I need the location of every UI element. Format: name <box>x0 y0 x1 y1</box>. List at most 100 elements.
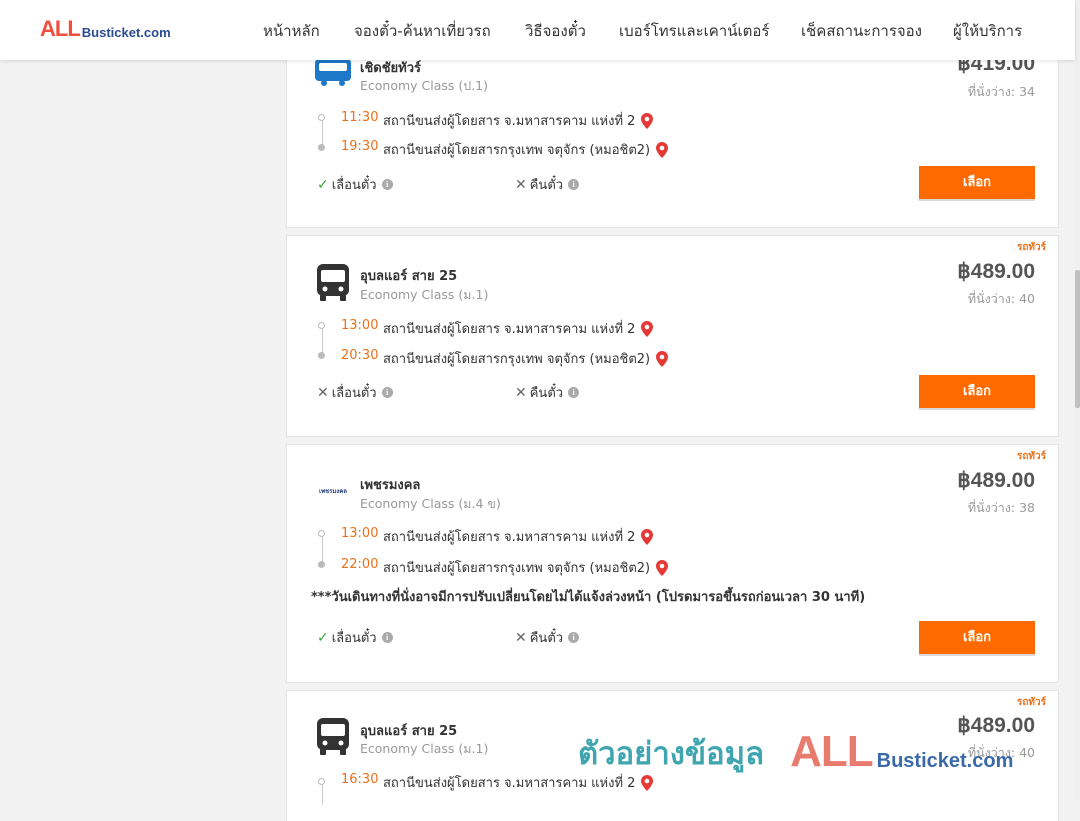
page-scrollbar[interactable] <box>1075 0 1080 800</box>
select-trip-button[interactable]: เลือก <box>919 375 1035 408</box>
trip-card: รถทัวร์ อุบลแอร์ สาย 25 Economy Class (ม… <box>286 235 1059 437</box>
depart-time: 11:30 <box>341 110 379 125</box>
sample-watermark: ตัวอย่างข้อมูล ALL Busticket.com <box>578 730 1013 774</box>
map-pin-icon[interactable] <box>641 774 654 791</box>
seats-count: 34 <box>1019 84 1035 99</box>
map-pin-icon[interactable] <box>656 350 669 367</box>
bus-icon <box>317 718 349 755</box>
nav-home[interactable]: หน้าหลัก <box>263 19 320 43</box>
reschedule-option: ✓ เลื่อนตั๋ว i <box>317 627 393 648</box>
map-pin-icon[interactable] <box>641 320 654 337</box>
nav-operators[interactable]: ผู้ให้บริการ <box>953 19 1022 43</box>
arrive-time: 20:30 <box>341 348 379 363</box>
info-icon[interactable]: i <box>568 179 580 190</box>
reschedule-label: เลื่อนตั๋ว <box>331 386 377 401</box>
reschedule-label: เลื่อนตั๋ว <box>331 631 377 646</box>
operator-name: อุบลแอร์ สาย 25 <box>360 269 458 284</box>
depart-dot <box>318 778 325 785</box>
watermark-text: ตัวอย่างข้อมูล <box>578 736 765 772</box>
nav-how-to-book[interactable]: วิธีจองตั๋ว <box>525 19 586 43</box>
reschedule-option: ✓ เลื่อนตั๋ว i <box>317 174 393 195</box>
reschedule-option: ✕ เลื่อนตั๋ว i <box>317 382 393 403</box>
trip-price: ฿489.00 <box>957 469 1035 492</box>
operator-logo: เพชรมงคล <box>313 471 353 511</box>
scrollbar-thumb[interactable] <box>1075 270 1080 408</box>
operator-name: เพชรมงคล <box>360 478 421 493</box>
info-icon[interactable]: i <box>381 179 393 190</box>
bus-icon <box>317 264 349 301</box>
watermark-busticket: Busticket.com <box>876 750 1014 772</box>
arrive-station-label: สถานีขนส่งผู้โดยสารกรุงเทพ จตุจักร (หมอช… <box>383 561 651 576</box>
info-icon[interactable]: i <box>568 632 580 643</box>
seats-label: ที่นั่งว่าง: <box>967 500 1016 515</box>
depart-dot <box>318 530 325 537</box>
bus-type-tag: รถทัวร์ <box>1016 697 1046 708</box>
arrive-station: สถานีขนส่งผู้โดยสารกรุงเทพ จตุจักร (หมอช… <box>383 348 669 369</box>
refund-label: คืนตั๋ว <box>529 178 564 193</box>
nav-check-booking[interactable]: เช็คสถานะการจอง <box>801 19 922 43</box>
depart-station: สถานีขนส่งผู้โดยสาร จ.มหาสารคาม แห่งที่ … <box>383 318 654 339</box>
cross-icon: ✕ <box>515 629 527 646</box>
refund-label: คืนตั๋ว <box>529 631 564 646</box>
seats-available: ที่นั่งว่าง: 34 <box>968 82 1035 102</box>
main-nav: หน้าหลัก จองตั๋ว-ค้นหาเที่ยวรถ วิธีจองตั… <box>0 19 1075 43</box>
arrive-station: สถานีขนส่งผู้โดยสารกรุงเทพ จตุจักร (หมอช… <box>383 557 669 578</box>
depart-station-label: สถานีขนส่งผู้โดยสาร จ.มหาสารคาม แห่งที่ … <box>383 530 636 545</box>
seats-available: ที่นั่งว่าง: 38 <box>968 498 1035 518</box>
timeline-line <box>322 785 323 805</box>
info-icon[interactable]: i <box>381 387 393 398</box>
nav-contact[interactable]: เบอร์โทรและเคาน์เตอร์ <box>619 19 769 43</box>
depart-station-label: สถานีขนส่งผู้โดยสาร จ.มหาสารคาม แห่งที่ … <box>383 322 636 337</box>
bus-class: Economy Class (ม.1) <box>360 287 489 302</box>
seats-count: 40 <box>1019 291 1035 306</box>
bus-class: Economy Class (ป.1) <box>360 78 489 93</box>
cross-icon: ✕ <box>515 176 527 193</box>
cross-icon: ✕ <box>317 384 329 401</box>
info-icon[interactable]: i <box>568 387 580 398</box>
check-icon: ✓ <box>317 629 329 646</box>
select-trip-button[interactable]: เลือก <box>919 621 1035 654</box>
reschedule-label: เลื่อนตั๋ว <box>331 178 377 193</box>
operator-logo <box>313 717 353 757</box>
refund-option: ✕ คืนตั๋ว i <box>515 174 580 195</box>
depart-station: สถานีขนส่งผู้โดยสาร จ.มหาสารคาม แห่งที่ … <box>383 772 654 793</box>
operator-name: เชิดชัยทัวร์ <box>360 61 422 76</box>
cross-icon: ✕ <box>515 384 527 401</box>
check-icon: ✓ <box>317 176 329 193</box>
arrive-station: สถานีขนส่งผู้โดยสารกรุงเทพ จตุจักร (หมอช… <box>383 139 669 160</box>
depart-time: 13:00 <box>341 526 379 541</box>
seats-count: 38 <box>1019 500 1035 515</box>
arrive-dot <box>318 144 325 151</box>
map-pin-icon[interactable] <box>656 141 669 158</box>
site-header: ALL Busticket.com หน้าหลัก จองตั๋ว-ค้นหา… <box>0 0 1075 60</box>
arrive-dot <box>318 561 325 568</box>
operator-name: อุบลแอร์ สาย 25 <box>360 724 458 739</box>
depart-dot <box>318 322 325 329</box>
map-pin-icon[interactable] <box>656 559 669 576</box>
depart-dot <box>318 114 325 121</box>
operator-logo-text: เพชรมงคล <box>319 488 347 495</box>
bus-type-tag: รถทัวร์ <box>1016 242 1046 253</box>
arrive-time: 22:00 <box>341 557 379 572</box>
depart-time: 16:30 <box>341 772 379 787</box>
nav-book-search[interactable]: จองตั๋ว-ค้นหาเที่ยวรถ <box>354 19 491 43</box>
map-pin-icon[interactable] <box>641 112 654 129</box>
arrive-dot <box>318 352 325 359</box>
seats-available: ที่นั่งว่าง: 40 <box>968 289 1035 309</box>
arrive-time: 19:30 <box>341 139 379 154</box>
map-pin-icon[interactable] <box>641 528 654 545</box>
timeline-line <box>322 537 323 563</box>
seats-label: ที่นั่งว่าง: <box>967 84 1016 99</box>
depart-time: 13:00 <box>341 318 379 333</box>
seats-count: 40 <box>1019 745 1035 760</box>
bus-type-tag: รถทัวร์ <box>1016 451 1046 462</box>
select-trip-button[interactable]: เลือก <box>919 166 1035 199</box>
arrive-station-label: สถานีขนส่งผู้โดยสารกรุงเทพ จตุจักร (หมอช… <box>383 143 651 158</box>
depart-station-label: สถานีขนส่งผู้โดยสาร จ.มหาสารคาม แห่งที่ … <box>383 776 636 791</box>
refund-option: ✕ คืนตั๋ว i <box>515 627 580 648</box>
info-icon[interactable]: i <box>381 632 393 643</box>
trip-price: ฿489.00 <box>957 260 1035 283</box>
watermark-all: ALL <box>790 727 874 776</box>
refund-label: คืนตั๋ว <box>529 386 564 401</box>
seats-label: ที่นั่งว่าง: <box>967 291 1016 306</box>
